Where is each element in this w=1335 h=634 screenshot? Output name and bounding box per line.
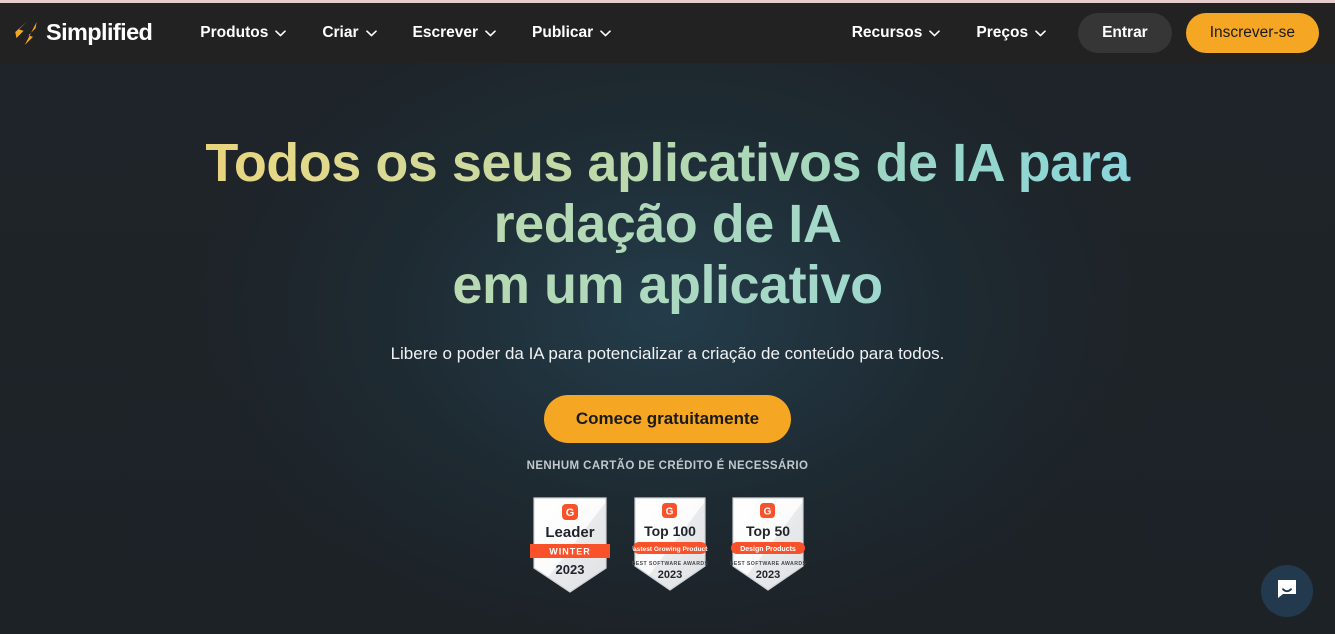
hero-content: Todos os seus aplicativos de IA para red… <box>0 63 1335 594</box>
g2-logo-icon: G <box>561 504 578 520</box>
chevron-down-icon <box>275 24 287 42</box>
nav-item-publicar-label: Publicar <box>532 24 594 41</box>
hero-cta-wrapper: Comece gratuitamente <box>0 395 1335 443</box>
badge-title: Top 100 <box>644 523 696 539</box>
start-free-button[interactable]: Comece gratuitamente <box>543 395 792 443</box>
svg-text:G: G <box>565 507 574 519</box>
g2-logo-icon: G <box>661 503 677 518</box>
g2-awards-badges: G Leader WINTER 2023 G Top 100 Fastest G… <box>0 496 1335 594</box>
badge-year: 2023 <box>755 569 779 581</box>
g2-top-50-design-products-badge[interactable]: G Top 50 Design Products BEST SOFTWARE A… <box>730 496 806 594</box>
nav-item-precos-label: Preços <box>976 24 1029 41</box>
headline-line-3: em um aplicativo <box>0 255 1335 316</box>
badge-ribbon: WINTER <box>549 547 591 557</box>
nav-item-recursos[interactable]: Recursos <box>834 16 959 50</box>
nav-item-produtos-label: Produtos <box>200 24 269 41</box>
g2-top-100-fastest-growing-badge[interactable]: G Top 100 Fastest Growing Products BEST … <box>632 496 708 594</box>
badge-year: 2023 <box>657 569 681 581</box>
chevron-down-icon <box>929 24 941 42</box>
hero-section: Todos os seus aplicativos de IA para red… <box>0 63 1335 634</box>
hero-subheadline: Libere o poder da IA para potencializar … <box>390 344 945 363</box>
badge-ribbon: Design Products <box>740 546 796 553</box>
svg-text:G: G <box>763 507 771 518</box>
svg-text:G: G <box>665 507 673 518</box>
badge-ribbon: Fastest Growing Products <box>632 546 708 553</box>
nav-item-escrever-label: Escrever <box>412 24 479 41</box>
badge-subtitle: BEST SOFTWARE AWARDS <box>632 561 708 567</box>
headline-line-1: Todos os seus aplicativos de IA para <box>0 133 1335 194</box>
page-title: Todos os seus aplicativos de IA para red… <box>0 133 1335 316</box>
nav-primary-links: Produtos Criar Escrever Publicar <box>182 16 629 50</box>
g2-logo-icon: G <box>759 503 775 518</box>
brand-logo[interactable]: Simplified <box>13 19 153 46</box>
g2-leader-winter-2023-badge[interactable]: G Leader WINTER 2023 <box>529 496 610 594</box>
headline-line-2: redação de IA <box>0 194 1335 255</box>
nav-item-recursos-label: Recursos <box>851 24 923 41</box>
nav-item-criar[interactable]: Criar <box>304 16 394 50</box>
badge-title: Leader <box>545 524 594 541</box>
brand-name-text: Simplified <box>46 19 153 46</box>
chevron-down-icon <box>485 24 496 42</box>
chat-launcher-button[interactable] <box>1261 565 1313 617</box>
sign-up-button[interactable]: Inscrever-se <box>1185 13 1319 53</box>
nav-secondary-links: Recursos Preços Entrar Inscrever-se <box>834 13 1319 53</box>
sign-in-button[interactable]: Entrar <box>1078 13 1172 53</box>
nav-item-precos[interactable]: Preços <box>958 16 1064 50</box>
badge-subtitle: BEST SOFTWARE AWARDS <box>730 561 806 567</box>
chevron-down-icon <box>1035 24 1046 42</box>
badge-year: 2023 <box>555 562 584 577</box>
top-navigation-bar: Simplified Produtos Criar Escrever Publi… <box>0 3 1335 63</box>
nav-item-escrever[interactable]: Escrever <box>395 16 515 50</box>
chevron-down-icon <box>365 24 377 42</box>
no-credit-card-note: NENHUM CARTÃO DE CRÉDITO É NECESSÁRIO <box>526 460 809 472</box>
nav-item-produtos[interactable]: Produtos <box>182 16 304 50</box>
page-root: Simplified Produtos Criar Escrever Publi… <box>0 0 1335 634</box>
chat-bubble-smile-icon <box>1274 576 1300 607</box>
simplified-lightning-logo-icon <box>13 20 39 46</box>
nav-item-criar-label: Criar <box>322 24 359 41</box>
nav-item-publicar[interactable]: Publicar <box>514 16 629 50</box>
chevron-down-icon <box>600 24 612 42</box>
badge-title: Top 50 <box>745 523 789 539</box>
